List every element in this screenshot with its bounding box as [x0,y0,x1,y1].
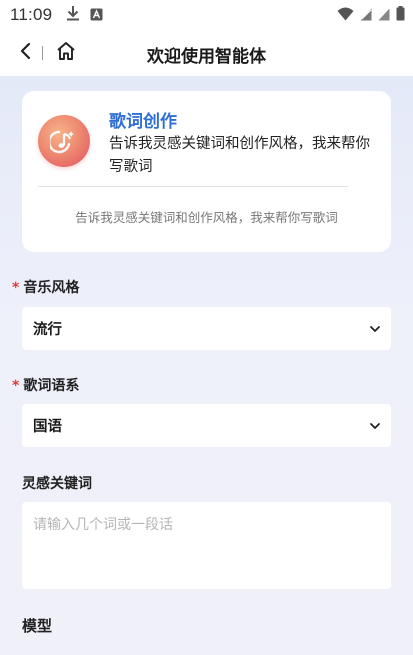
lyrics-language-label: * 歌词语系 [12,375,79,395]
required-marker: * [12,378,20,394]
agent-hint: 告诉我灵感关键词和创作风格，我来帮你写歌词 [75,210,338,225]
music-style-label: * 音乐风格 [12,277,79,297]
agent-avatar [38,115,90,167]
lyrics-language-select[interactable]: 国语 [22,404,391,447]
music-style-select[interactable]: 流行 [22,307,391,350]
lyrics-language-value: 国语 [33,419,62,435]
model-label: 模型 [22,617,53,635]
download-icon [66,5,80,25]
music-style-label-text: 音乐风格 [23,280,80,296]
agent-name: 歌词创作 [109,112,177,132]
app-notification-icon [90,6,103,25]
chevron-down-icon [369,422,381,430]
wifi-icon [337,6,354,25]
page-title: 欢迎使用智能体 [147,47,266,67]
chevron-down-icon [369,325,381,333]
music-note-icon [48,128,78,158]
inspiration-keywords-label: 灵感关键词 [22,476,92,492]
battery-icon [396,5,405,25]
signal-icon [360,6,372,25]
navigation-bar: 欢迎使用智能体 [0,30,413,76]
status-right-icons [337,5,405,25]
status-time: 11:09 [10,5,53,24]
agent-intro-card: 歌词创作 告诉我灵感关键词和创作风格，我来帮你写歌词 告诉我灵感关键词和创作风格… [22,91,391,252]
required-marker: * [12,280,20,296]
lyrics-language-label-text: 歌词语系 [23,378,80,394]
music-style-value: 流行 [33,322,62,338]
agent-description: 告诉我灵感关键词和创作风格，我来帮你写歌词 [109,136,370,175]
card-divider [38,186,348,187]
status-bar: 11:09 [0,0,413,30]
signal-icon [378,6,390,25]
inspiration-keywords-input[interactable]: 请输入几个词或一段话 [22,502,391,589]
status-left-icons [66,5,103,25]
